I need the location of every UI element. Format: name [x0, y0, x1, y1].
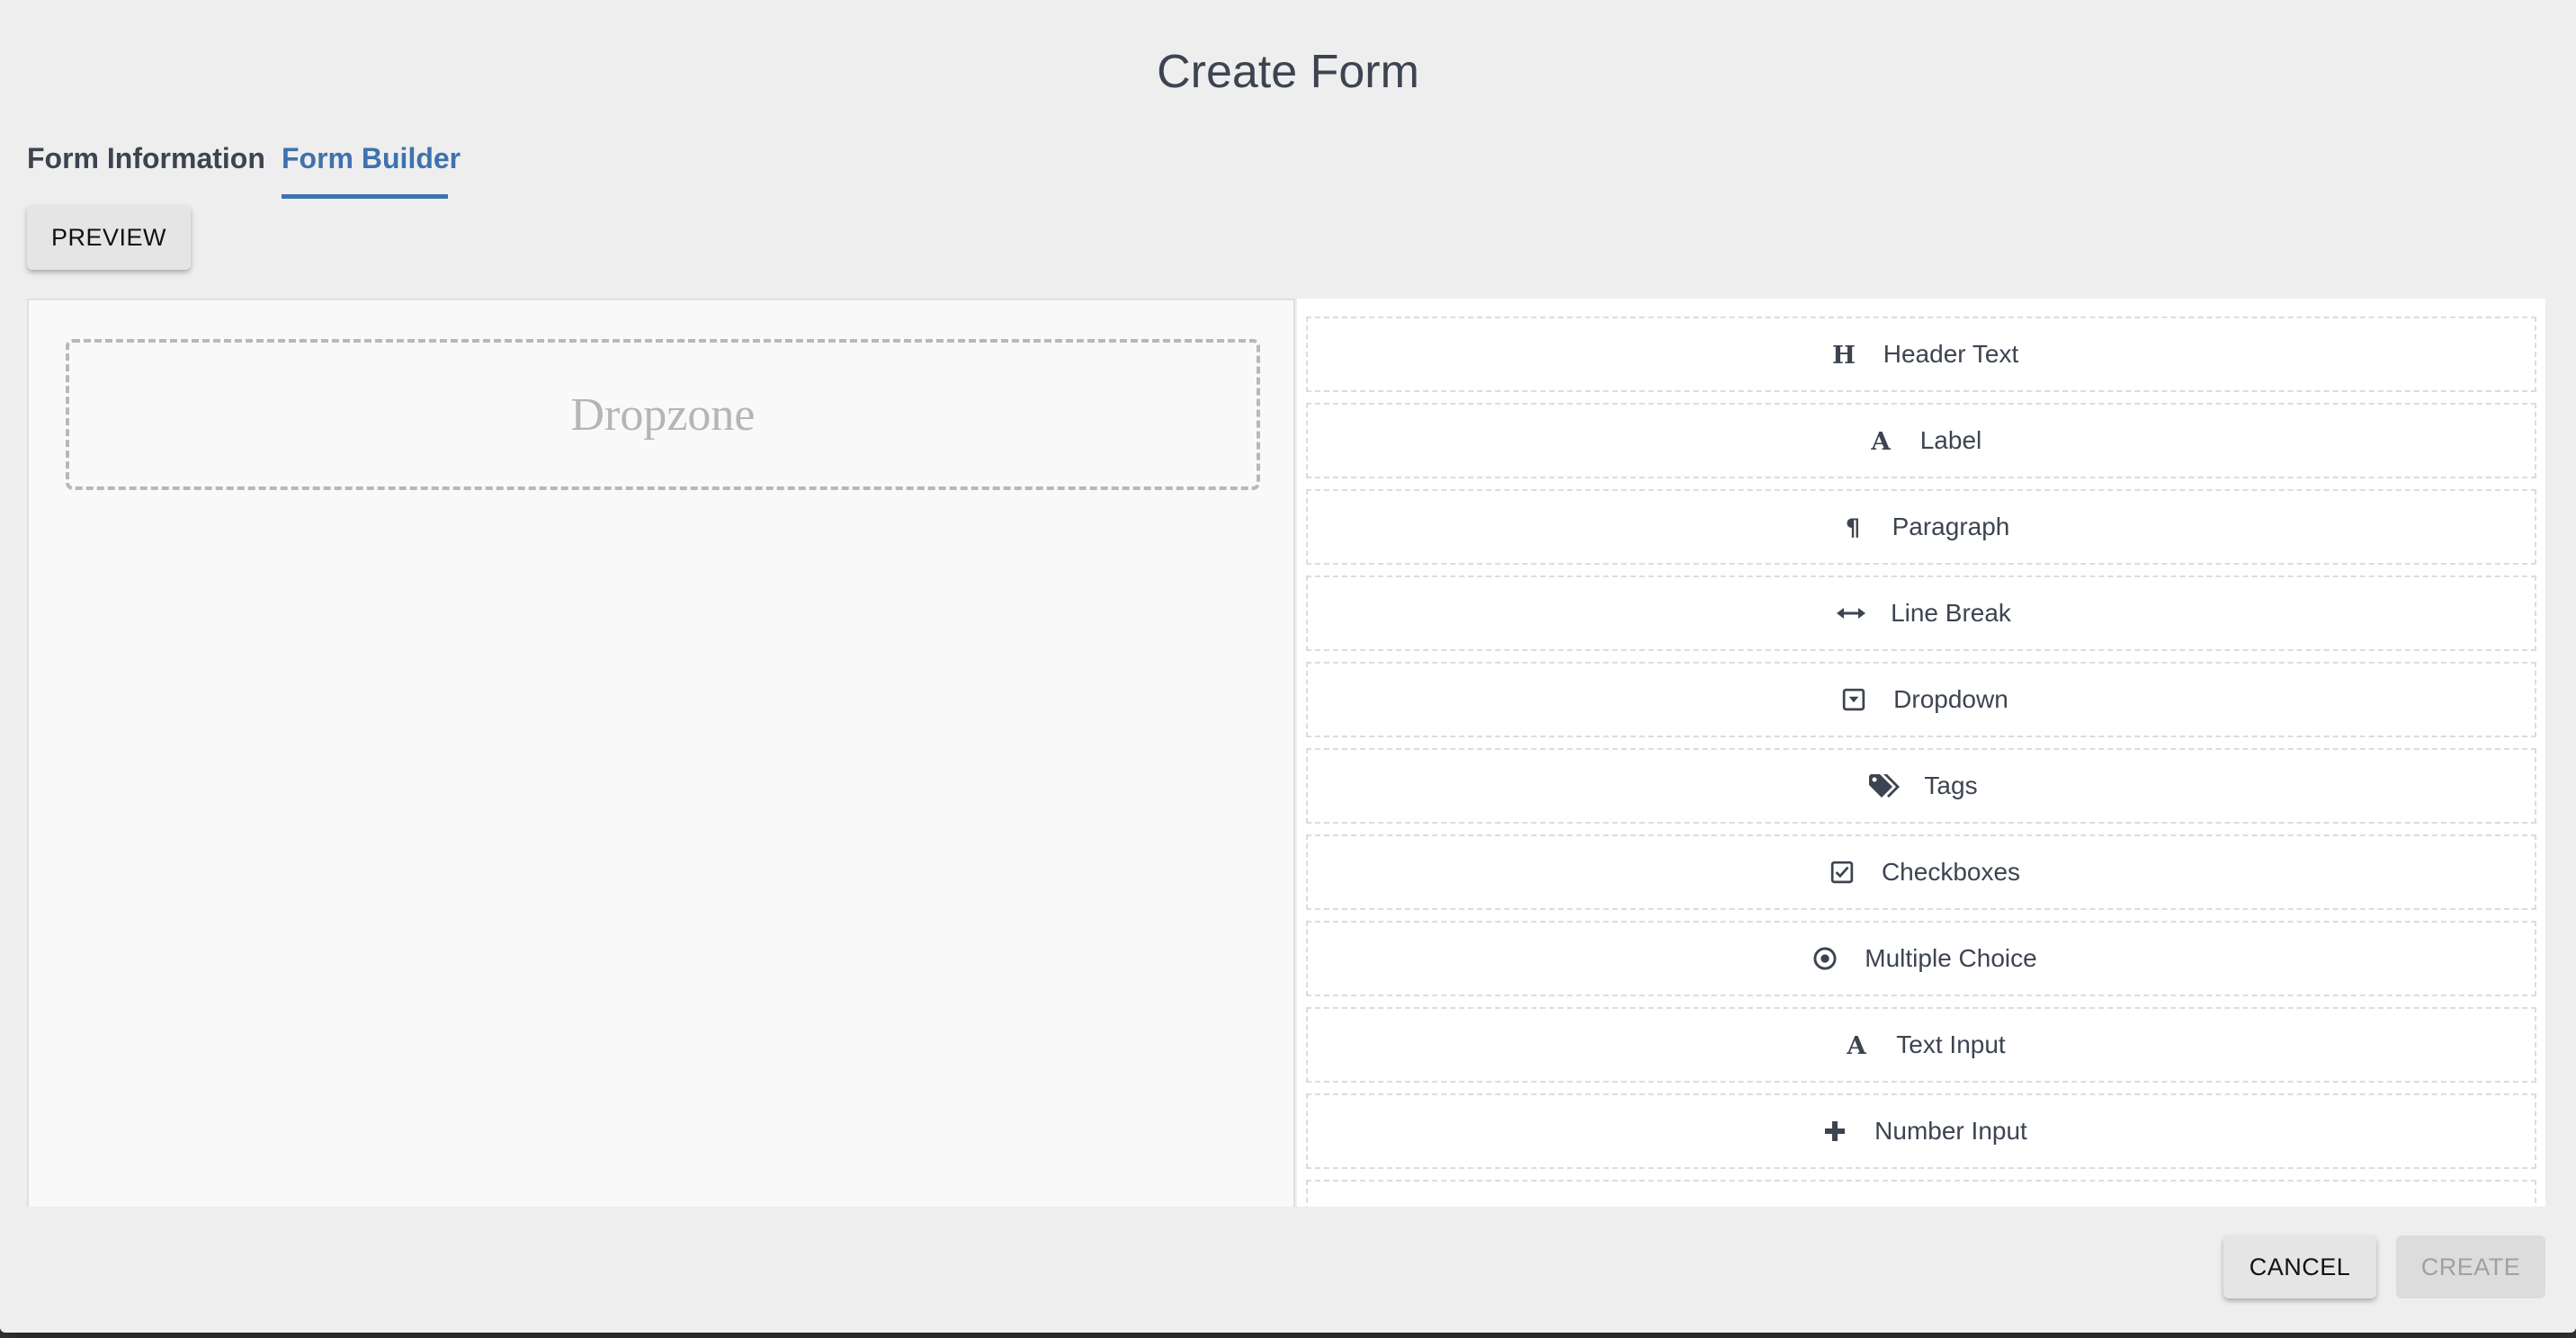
toolbox-item-dropdown[interactable]: Dropdown — [1306, 662, 2536, 737]
check-square-icon — [1822, 852, 1862, 892]
toolbox-item-partial[interactable] — [1306, 1180, 2536, 1207]
toolbox-item-text-input[interactable]: A Text Input — [1306, 1007, 2536, 1083]
font-icon: A — [1861, 421, 1901, 460]
toolbox-item-paragraph[interactable]: ¶ Paragraph — [1306, 489, 2536, 565]
toolbox-item-number-input[interactable]: Number Input — [1306, 1093, 2536, 1169]
toolbox-item-label: Line Break — [1891, 599, 2011, 627]
header-icon: H — [1824, 334, 1864, 374]
toolbox-item-multiple-choice[interactable]: Multiple Choice — [1306, 921, 2536, 996]
toolbox-item-label: Header Text — [1883, 340, 2019, 368]
toolbox-item-line-break[interactable]: Line Break — [1306, 575, 2536, 651]
dialog-title: Create Form — [1157, 46, 1419, 98]
toolbox-item-label: Checkboxes — [1881, 858, 2021, 886]
cancel-button[interactable]: CANCEL — [2223, 1235, 2376, 1298]
dot-circle-icon — [1805, 939, 1845, 978]
toolbox-item-label: Dropdown — [1893, 685, 2008, 713]
font-icon: A — [1837, 1025, 1876, 1065]
arrows-horizontal-icon — [1831, 593, 1871, 633]
tags-icon — [1865, 766, 1904, 806]
toolbox-item-header-text[interactable]: H Header Text — [1306, 317, 2536, 392]
svg-text:¶: ¶ — [1845, 514, 1859, 540]
create-button[interactable]: CREATE — [2396, 1235, 2545, 1298]
plus-icon — [1815, 1111, 1855, 1151]
active-tab-indicator — [282, 194, 448, 199]
toolbox-item-label: Number Input — [1874, 1117, 2027, 1145]
toolbox-panel[interactable]: H Header Text A Label ¶ Paragraph Line B… — [1297, 299, 2545, 1207]
paragraph-icon: ¶ — [1833, 507, 1873, 547]
toolbox-item-label: Label — [1919, 426, 1982, 454]
toolbox-item-label: Text Input — [1896, 1030, 2006, 1058]
tab-form-information[interactable]: Form Information — [27, 142, 265, 175]
svg-text:A: A — [1870, 427, 1891, 454]
form-canvas: Dropzone — [27, 299, 1295, 1207]
toolbox-item-tags[interactable]: Tags — [1306, 748, 2536, 824]
tab-form-builder[interactable]: Form Builder — [282, 142, 461, 175]
toolbox-item-label: Multiple Choice — [1865, 944, 2037, 972]
svg-text:A: A — [1847, 1031, 1867, 1058]
toolbox-item-label: Paragraph — [1892, 513, 2010, 540]
toolbox-item-label: Tags — [1924, 772, 1978, 799]
toolbox-item-label[interactable]: A Label — [1306, 403, 2536, 478]
svg-text:H: H — [1832, 341, 1856, 368]
caret-square-down-icon — [1834, 680, 1874, 719]
toolbox-item-checkboxes[interactable]: Checkboxes — [1306, 834, 2536, 910]
create-form-dialog: Create Form Form Information Form Builde… — [0, 0, 2576, 1333]
preview-button[interactable]: PREVIEW — [27, 205, 191, 270]
dropzone[interactable]: Dropzone — [66, 339, 1260, 490]
